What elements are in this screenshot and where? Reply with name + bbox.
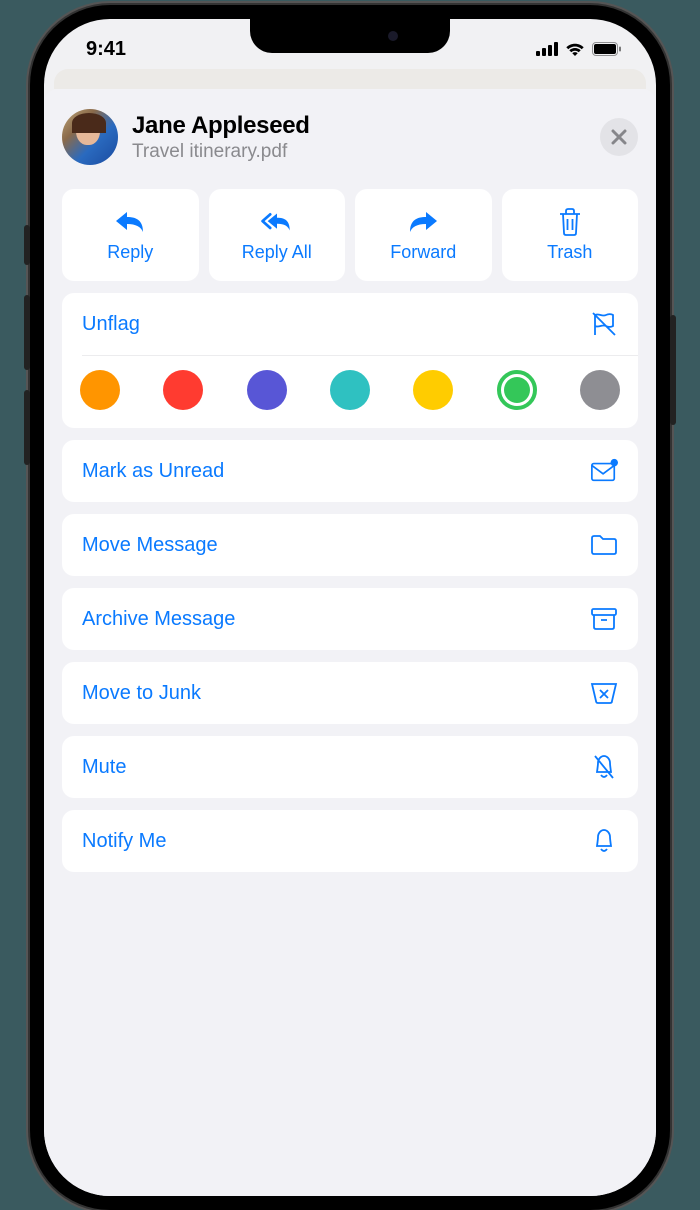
cellular-icon: [536, 42, 558, 56]
unread-mail-icon: [590, 457, 618, 485]
trash-label: Trash: [547, 242, 592, 263]
junk-label: Move to Junk: [82, 682, 201, 705]
forward-label: Forward: [390, 242, 456, 263]
flag-color-2[interactable]: [247, 370, 287, 410]
mark-unread-label: Mark as Unread: [82, 460, 224, 483]
close-icon: [611, 129, 627, 145]
close-button[interactable]: [600, 118, 638, 156]
reply-all-label: Reply All: [242, 242, 312, 263]
trash-button[interactable]: Trash: [502, 189, 639, 281]
background-sheet-peek: [54, 69, 646, 89]
flag-color-6[interactable]: [580, 370, 620, 410]
reply-label: Reply: [107, 242, 153, 263]
forward-button[interactable]: Forward: [355, 189, 492, 281]
mute-button[interactable]: Mute: [62, 736, 638, 798]
archive-button[interactable]: Archive Message: [62, 588, 638, 650]
archive-label: Archive Message: [82, 608, 235, 631]
flag-color-3[interactable]: [330, 370, 370, 410]
unflag-label: Unflag: [82, 313, 140, 336]
flag-color-1[interactable]: [163, 370, 203, 410]
wifi-icon: [564, 41, 586, 57]
flag-color-0[interactable]: [80, 370, 120, 410]
reply-all-icon: [260, 207, 294, 237]
forward-icon: [406, 207, 440, 237]
notify-label: Notify Me: [82, 830, 166, 853]
trash-icon: [553, 207, 587, 237]
folder-icon: [590, 531, 618, 559]
flag-color-row: [62, 356, 638, 428]
unflag-button[interactable]: Unflag: [62, 293, 638, 355]
reply-all-button[interactable]: Reply All: [209, 189, 346, 281]
notify-bell-icon: [590, 827, 618, 855]
move-message-button[interactable]: Move Message: [62, 514, 638, 576]
status-time: 9:41: [86, 38, 126, 61]
mark-unread-button[interactable]: Mark as Unread: [62, 440, 638, 502]
flag-card: Unflag: [62, 293, 638, 428]
attachment-name: Travel itinerary.pdf: [132, 141, 586, 163]
reply-icon: [113, 207, 147, 237]
archive-icon: [590, 605, 618, 633]
flag-color-5[interactable]: [497, 370, 537, 410]
unflag-icon: [590, 310, 618, 338]
notify-me-button[interactable]: Notify Me: [62, 810, 638, 872]
mute-label: Mute: [82, 756, 126, 779]
move-to-junk-button[interactable]: Move to Junk: [62, 662, 638, 724]
junk-icon: [590, 679, 618, 707]
move-label: Move Message: [82, 534, 218, 557]
reply-button[interactable]: Reply: [62, 189, 199, 281]
battery-icon: [592, 42, 622, 56]
flag-color-4[interactable]: [413, 370, 453, 410]
action-sheet: Jane Appleseed Travel itinerary.pdf Repl…: [44, 89, 656, 1196]
sender-name: Jane Appleseed: [132, 112, 586, 140]
mute-bell-icon: [590, 753, 618, 781]
avatar: [62, 109, 118, 165]
